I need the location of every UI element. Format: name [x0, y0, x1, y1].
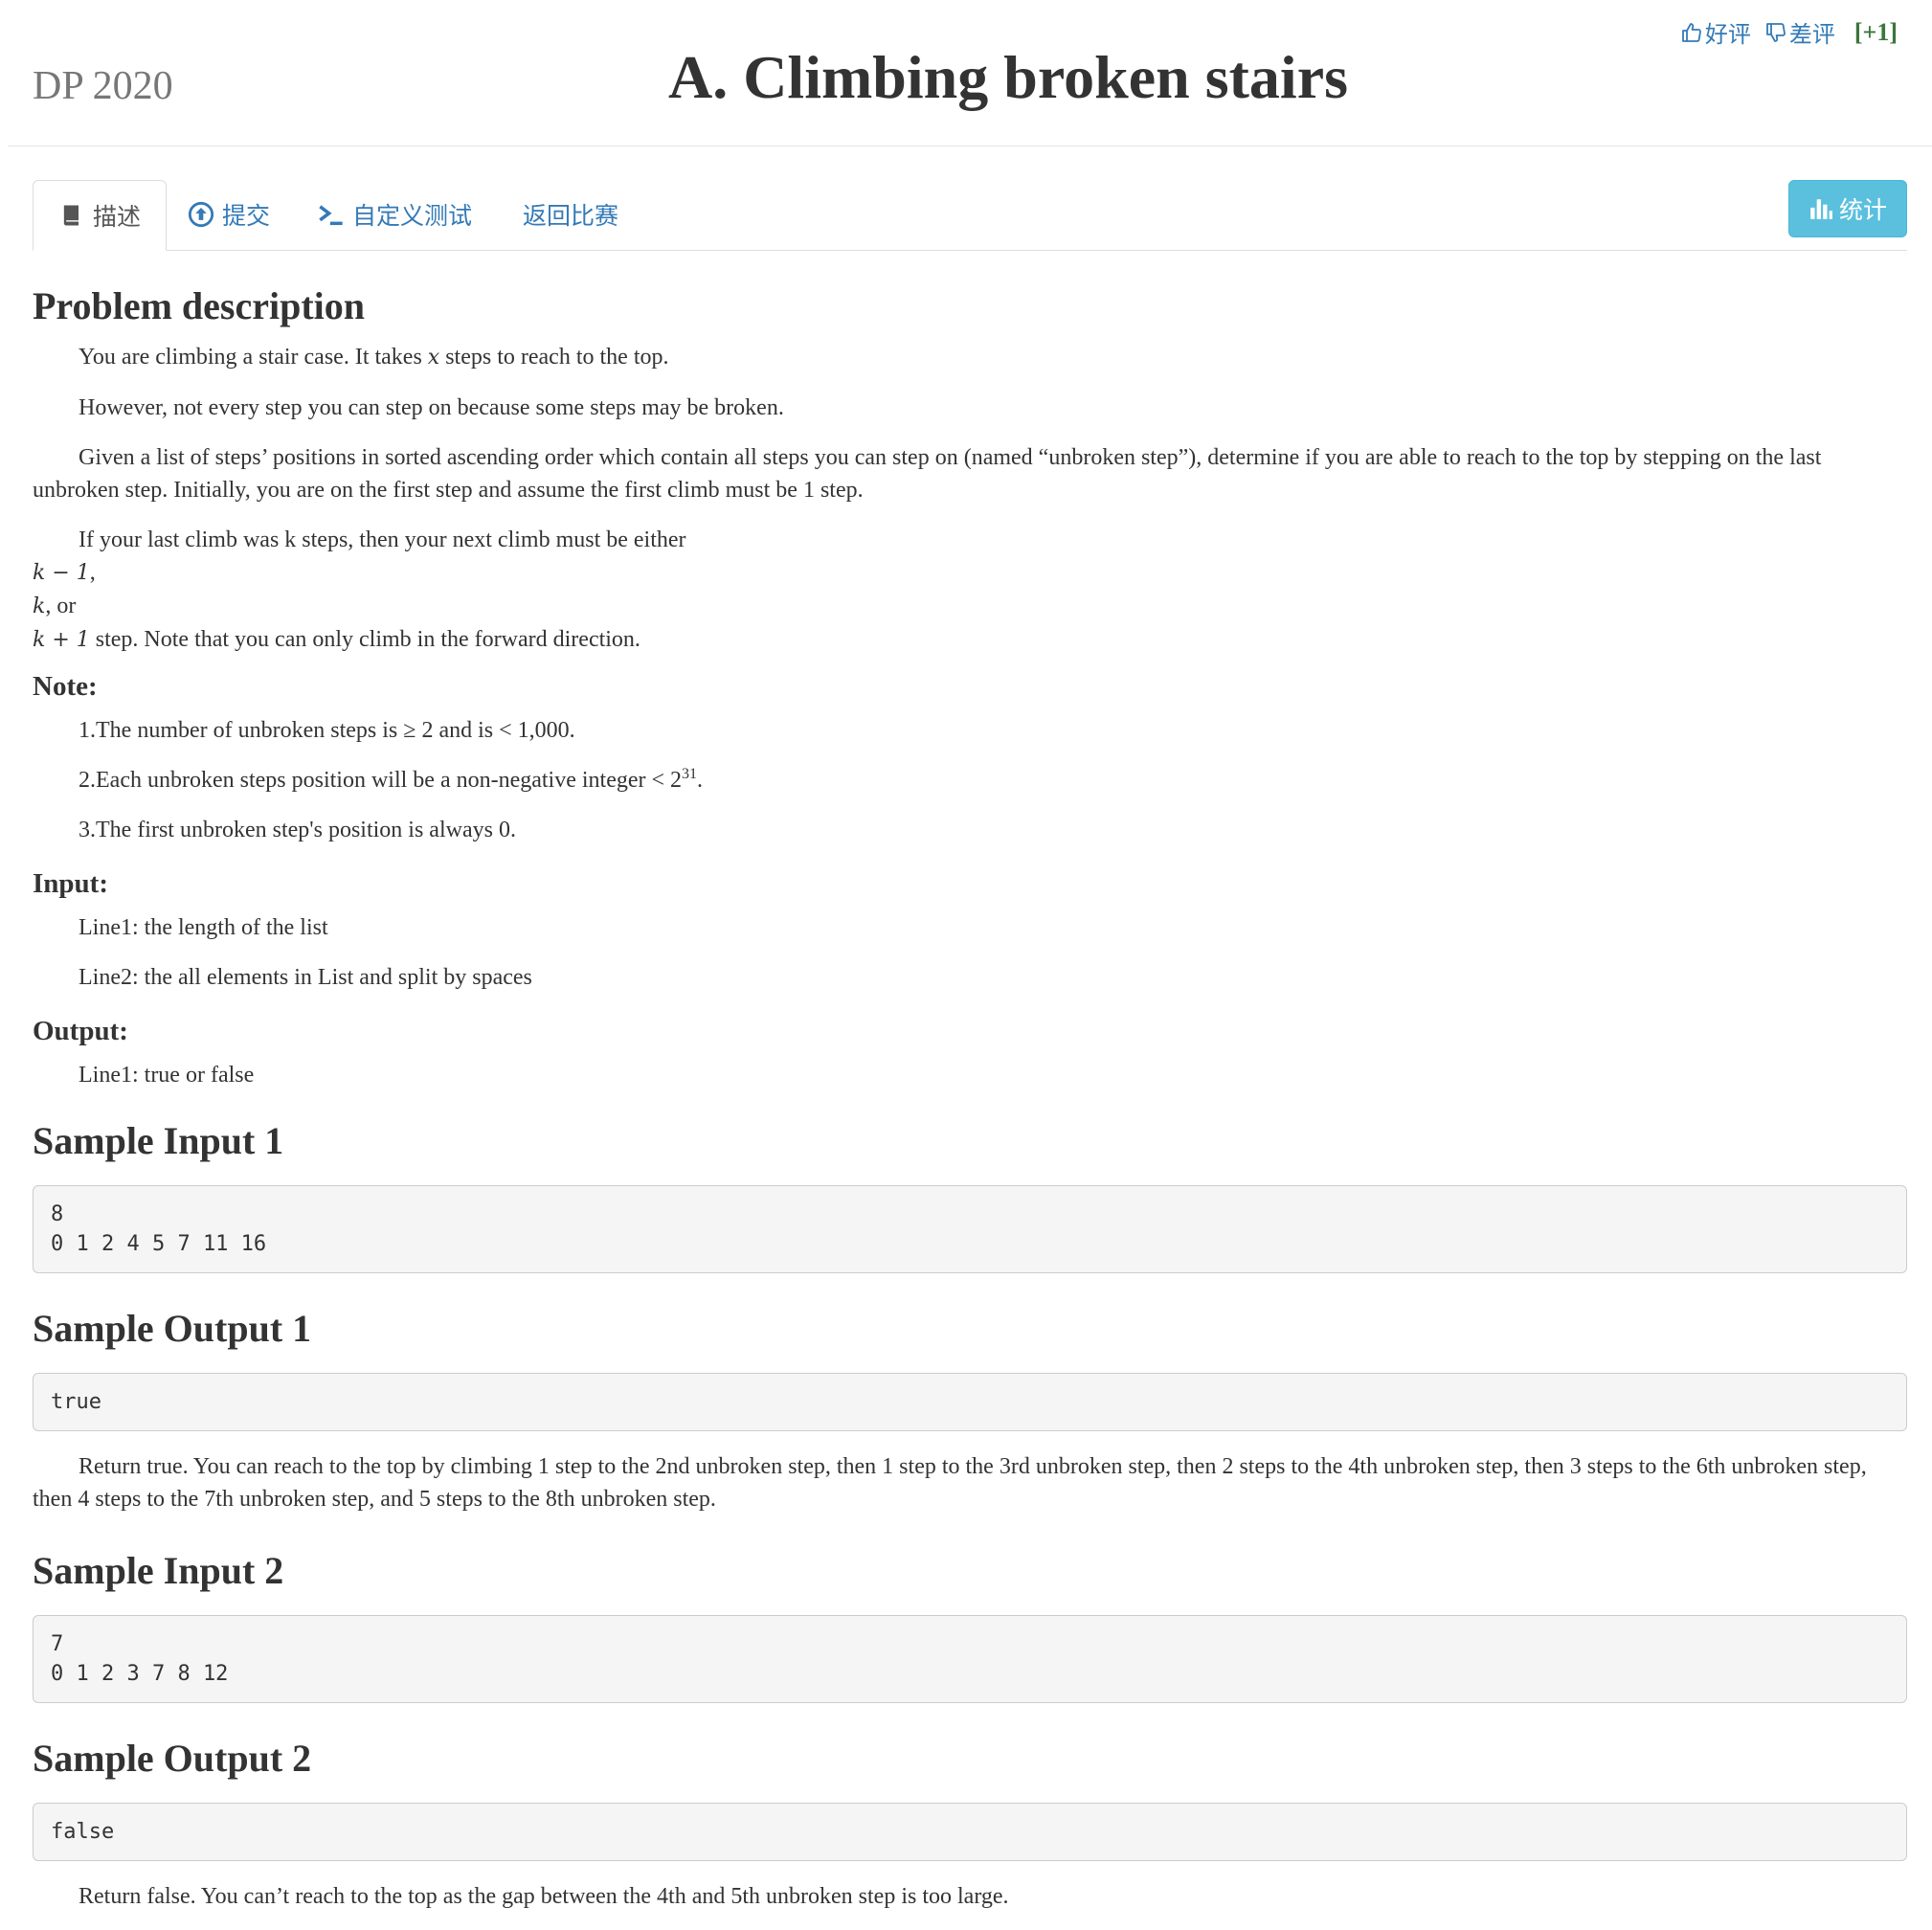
- problem-page: DP 2020 A. Climbing broken stairs 好评 差评 …: [0, 0, 1932, 1909]
- math-expression: k + 1: [33, 628, 90, 652]
- sample-output-1-heading: Sample Output 1: [33, 1307, 312, 1350]
- bad-rating-label: 差评: [1788, 21, 1835, 48]
- math-expression: k − 1: [33, 561, 90, 585]
- sample-2-explanation: Return false. You can’t reach to the top…: [79, 1884, 1009, 1909]
- input-line-1: Line1: the length of the list: [79, 915, 328, 940]
- description-paragraph-1: You are climbing a stair case. It takes …: [33, 341, 1907, 374]
- math-line-1: k − 1,: [33, 556, 1907, 590]
- math-expression: k: [33, 595, 46, 618]
- tab-label: 描述: [93, 203, 142, 231]
- problem-content: Problem description You are climbing a s…: [33, 278, 1907, 1930]
- good-rating-label: 好评: [1704, 21, 1751, 48]
- rating-count: [+1]: [1853, 17, 1898, 46]
- sample-input-2-heading: Sample Input 2: [33, 1549, 284, 1592]
- description-paragraph-2: However, not every step you can step on …: [79, 395, 784, 420]
- page-header: DP 2020 A. Climbing broken stairs 好评 差评 …: [8, 0, 1932, 146]
- text: .: [697, 768, 704, 793]
- problem-title: A. Climbing broken stairs: [667, 43, 1349, 111]
- sample-output-2-heading: Sample Output 2: [33, 1737, 312, 1780]
- text: , or: [45, 594, 77, 618]
- upload-icon: [188, 201, 214, 228]
- sample-input-1[interactable]: 8 0 1 2 4 5 7 11 16: [33, 1185, 1907, 1273]
- output-heading: Output:: [33, 1016, 128, 1046]
- tab-description[interactable]: 描述: [33, 180, 168, 251]
- book-icon: [63, 205, 79, 226]
- problem-tabs: 描述 提交 自定义测试 返回比赛 统计: [33, 180, 1907, 251]
- note-2: 2.Each unbroken steps position will be a…: [33, 764, 1907, 797]
- math-line-2: k, or: [33, 590, 1907, 623]
- sample-input-1-heading: Sample Input 1: [33, 1119, 284, 1162]
- tab-custom-test[interactable]: 自定义测试: [318, 180, 472, 249]
- thumbs-down-icon: [1765, 22, 1786, 42]
- tab-label: 自定义测试: [352, 202, 473, 230]
- terminal-icon: [319, 205, 343, 226]
- text: 2.Each unbroken steps position will be a…: [79, 768, 683, 793]
- description-heading: Problem description: [33, 284, 366, 327]
- good-rating-link[interactable]: 好评: [1680, 15, 1751, 49]
- tab-submit[interactable]: 提交: [188, 180, 270, 249]
- note-heading: Note:: [33, 671, 98, 702]
- text: You are climbing a stair case. It takes: [79, 345, 428, 370]
- math-variable: x: [427, 346, 440, 370]
- text: ,: [89, 560, 96, 585]
- tab-label: 返回比赛: [523, 202, 619, 230]
- bar-chart-icon: [1810, 199, 1832, 219]
- rating-bar: 好评 差评 [+1]: [1680, 15, 1898, 49]
- output-line-1: Line1: true or false: [79, 1063, 255, 1088]
- statistics-label: 统计: [1838, 196, 1887, 224]
- input-line-2: Line2: the all elements in List and spli…: [79, 965, 532, 990]
- math-line-3: k + 1 step. Note that you can only climb…: [33, 623, 1907, 657]
- note-3: 3.The first unbroken step's position is …: [79, 818, 516, 842]
- tab-back-to-contest[interactable]: 返回比赛: [523, 180, 618, 249]
- bad-rating-link[interactable]: 差评: [1764, 15, 1835, 49]
- sample-1-explanation: Return true. You can reach to the top by…: [33, 1454, 1867, 1512]
- statistics-button[interactable]: 统计: [1788, 180, 1907, 237]
- description-paragraph-3: Given a list of steps’ positions in sort…: [33, 445, 1822, 503]
- tab-label: 提交: [222, 202, 271, 230]
- sample-output-2[interactable]: false: [33, 1803, 1907, 1861]
- superscript: 31: [682, 766, 698, 782]
- description-paragraph-4: If your last climb was k steps, then you…: [79, 527, 686, 552]
- text: step. Note that you can only climb in th…: [89, 627, 640, 652]
- text: steps to reach to the top.: [439, 345, 669, 370]
- note-1: 1.The number of unbroken steps is ≥ 2 an…: [79, 718, 575, 743]
- thumbs-up-icon: [1681, 22, 1701, 42]
- sample-output-1[interactable]: true: [33, 1373, 1907, 1431]
- input-heading: Input:: [33, 868, 108, 899]
- sample-input-2[interactable]: 7 0 1 2 3 7 8 12: [33, 1615, 1907, 1703]
